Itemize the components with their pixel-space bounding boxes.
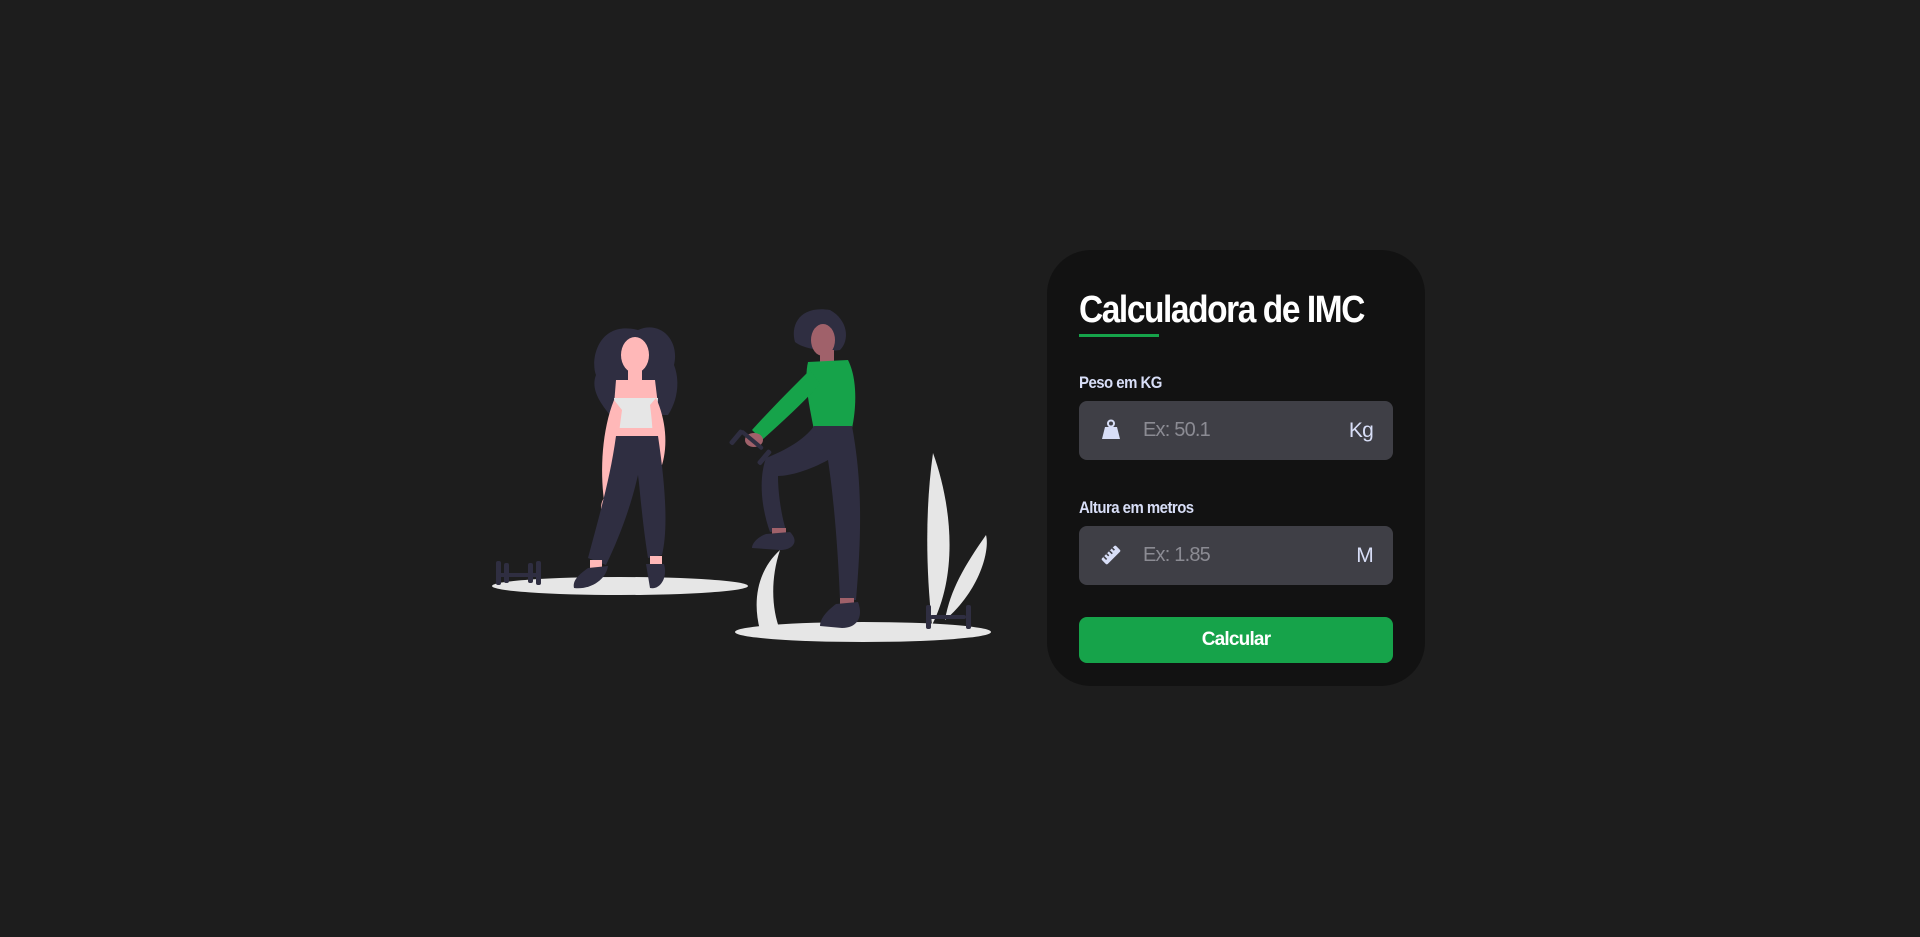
height-input[interactable] bbox=[1143, 526, 1333, 585]
weight-input[interactable] bbox=[1143, 401, 1333, 460]
leaf-shape bbox=[927, 453, 950, 625]
weight-icon bbox=[1102, 419, 1120, 439]
weight-unit: Kg bbox=[1348, 419, 1374, 442]
ruler-icon bbox=[1101, 545, 1121, 565]
woman-standing bbox=[573, 327, 678, 589]
calculate-button[interactable]: Calcular bbox=[1079, 617, 1393, 663]
page-title: Calculadora de IMC bbox=[1079, 289, 1365, 331]
height-label: Altura em metros bbox=[1079, 498, 1194, 517]
woman-exercising bbox=[729, 309, 861, 628]
leaf-shape bbox=[756, 550, 780, 630]
weight-label: Peso em KG bbox=[1079, 373, 1162, 392]
weight-input-group: Kg bbox=[1079, 401, 1393, 460]
height-input-group: M bbox=[1079, 526, 1393, 585]
page: Calculadora de IMC Peso em KG Kg Altura … bbox=[0, 0, 1920, 937]
fitness-illustration bbox=[492, 309, 991, 642]
title-underline bbox=[1079, 334, 1159, 337]
leaf-shape bbox=[945, 535, 987, 620]
height-unit: M bbox=[1356, 544, 1373, 567]
bmi-calculator-card: Calculadora de IMC Peso em KG Kg Altura … bbox=[1047, 250, 1425, 686]
